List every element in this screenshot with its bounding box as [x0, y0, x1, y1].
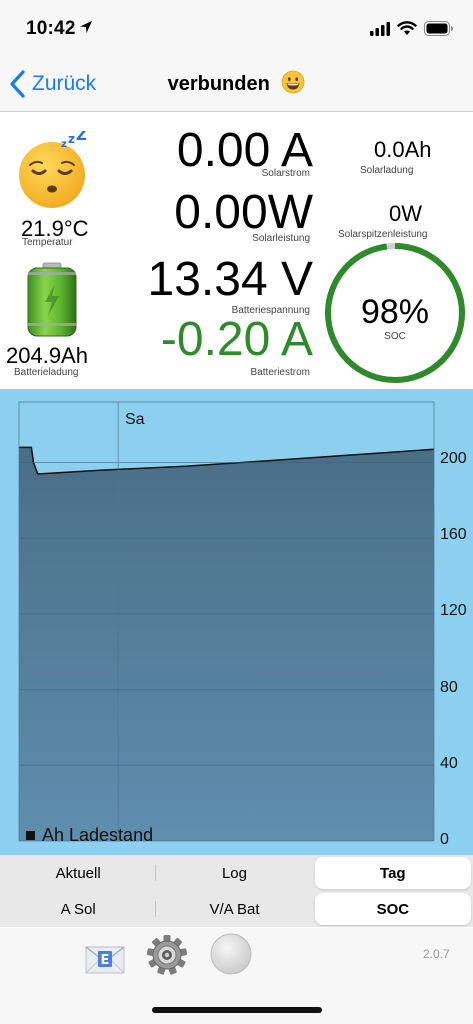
status-bar: 10:42 [0, 0, 473, 56]
solar-charge-value: 0.0Ah [374, 137, 432, 162]
connection-title: verbunden [0, 70, 473, 96]
connection-status-text: verbunden [167, 73, 270, 95]
solar-charge-label: Solarladung [360, 165, 414, 176]
battery-status-icon [424, 21, 453, 36]
location-icon [80, 21, 92, 33]
svg-text:E: E [101, 953, 110, 968]
dashboard-panel: z z Z 21.9°C Temperatur 204.9Ah Batterie… [0, 113, 473, 388]
chart-plot [18, 401, 435, 842]
y-tick-label: 120 [440, 602, 467, 619]
solar-power-value: 0.00W [174, 186, 313, 239]
battery-voltage-value: 13.34 V [147, 253, 313, 306]
y-tick-label: 80 [440, 679, 458, 696]
series-area [19, 447, 434, 841]
segment-va-bat[interactable]: V/A Bat [156, 892, 312, 926]
gear-icon[interactable] [146, 934, 188, 976]
solar-power-label: Solarleistung [252, 233, 310, 244]
svg-text:Z: Z [76, 131, 87, 144]
battery-charge-value: 204.9Ah [6, 343, 88, 368]
temperature-label: Temperatur [22, 237, 73, 248]
chart-legend: Ah Ladestand [26, 825, 153, 846]
segment-log[interactable]: Log [156, 856, 312, 890]
sleeping-face-icon: z z Z [19, 131, 87, 208]
y-tick-label: 0 [440, 831, 449, 848]
navigation-bar: Zurück verbunden [0, 56, 473, 112]
bottom-toolbar: E 2.0.7 [0, 928, 473, 1024]
home-indicator[interactable] [152, 1007, 322, 1013]
battery-icon [27, 262, 77, 337]
soc-value: 98% [360, 293, 430, 331]
battery-current-label: Batteriestrom [250, 367, 310, 378]
svg-text:z: z [61, 139, 67, 150]
segment-a-sol[interactable]: A Sol [0, 892, 157, 926]
segment-soc[interactable]: SOC [314, 893, 471, 925]
wifi-icon [397, 21, 417, 35]
solar-peak-power-label: Solarspitzenleistung [338, 229, 428, 240]
y-tick-label: 160 [440, 526, 467, 543]
y-tick-label: 200 [440, 450, 467, 467]
status-circle-icon[interactable] [209, 932, 253, 976]
chart-day-label: Sa [125, 411, 145, 428]
segment-aktuell[interactable]: Aktuell [0, 856, 157, 890]
app-version: 2.0.7 [423, 947, 450, 961]
battery-current-value: -0.20 A [160, 313, 313, 366]
segment-tag[interactable]: Tag [314, 857, 471, 889]
y-tick-label: 40 [440, 755, 458, 772]
battery-charge-label: Batterieladung [14, 367, 79, 378]
status-time: 10:42 [26, 18, 76, 39]
solar-peak-power-value: 0W [389, 201, 422, 226]
time-range-segmented-control: Aktuell Log Tag [0, 856, 473, 890]
cellular-signal-icon [370, 22, 390, 36]
legend-swatch [26, 831, 35, 840]
solar-current-label: Solarstrom [261, 168, 310, 179]
view-selector: Aktuell Log Tag A Sol V/A Bat SOC [0, 855, 473, 927]
legend-label: Ah Ladestand [42, 825, 154, 845]
charge-history-chart: Sa 200 160 120 80 40 0 Ah Ladestand [0, 389, 473, 855]
email-icon[interactable]: E [84, 937, 126, 979]
metric-segmented-control: A Sol V/A Bat SOC [0, 892, 473, 926]
svg-text:z: z [68, 132, 75, 146]
grinning-face-icon [282, 70, 305, 94]
soc-label: SOC [384, 331, 406, 342]
